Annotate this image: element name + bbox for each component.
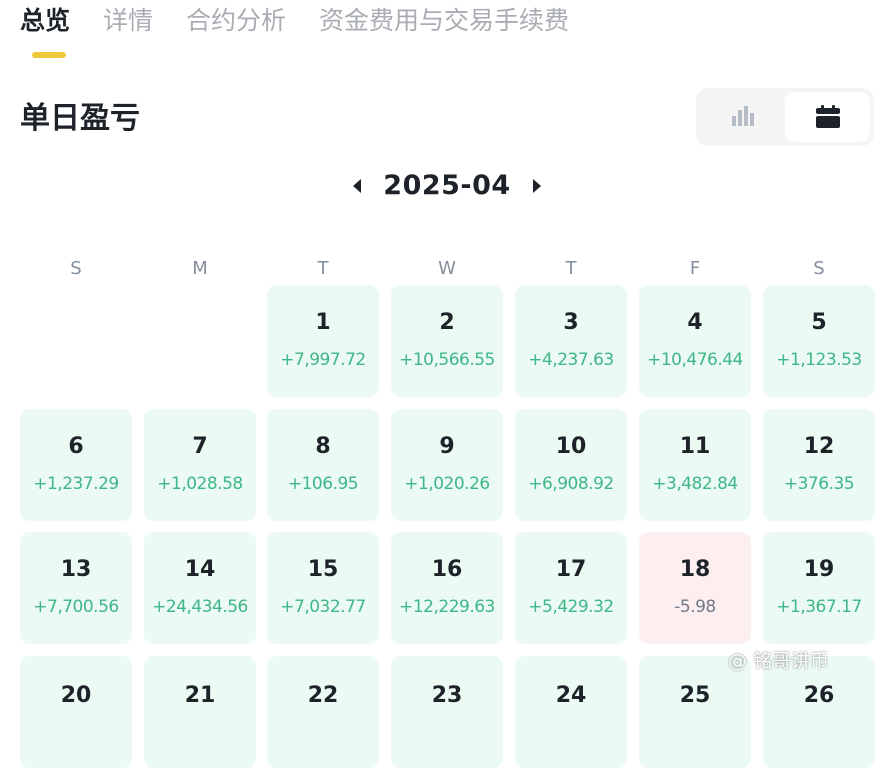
- tab-contract-analysis[interactable]: 合约分析: [186, 2, 286, 42]
- day-cell[interactable]: 15 +7,032.77: [267, 532, 379, 644]
- day-pnl: +1,237.29: [33, 474, 119, 494]
- weekday-label: F: [689, 258, 701, 279]
- day-number: 18: [679, 557, 711, 582]
- day-cell[interactable]: 24: [515, 656, 627, 768]
- weekday-label: S: [813, 258, 825, 279]
- day-number: 4: [687, 310, 703, 335]
- day-number: 9: [439, 434, 455, 459]
- active-tab-indicator: [32, 52, 66, 58]
- day-number: 22: [307, 683, 339, 708]
- day-cell[interactable]: 8 +106.95: [267, 409, 379, 521]
- day-number: 10: [555, 434, 587, 459]
- calendar-icon: [816, 105, 840, 128]
- day-cell[interactable]: 22: [267, 656, 379, 768]
- caret-left-icon[interactable]: [348, 176, 366, 196]
- day-pnl: +3,482.84: [652, 474, 738, 494]
- day-pnl: +106.95: [287, 474, 359, 494]
- day-cell[interactable]: 11 +3,482.84: [639, 409, 751, 521]
- day-number: 25: [679, 683, 711, 708]
- day-number: 19: [803, 557, 835, 582]
- day-pnl: +10,476.44: [647, 350, 743, 370]
- day-cell[interactable]: 13 +7,700.56: [20, 532, 132, 644]
- day-number: 21: [184, 683, 216, 708]
- day-pnl: +12,229.63: [399, 597, 495, 617]
- day-cell[interactable]: 18 -5.98: [639, 532, 751, 644]
- watermark: @ 铭哥讲币: [728, 650, 830, 672]
- day-number: 3: [563, 310, 579, 335]
- day-number: 8: [315, 434, 331, 459]
- day-pnl: +6,908.92: [528, 474, 614, 494]
- day-number: 5: [811, 310, 827, 335]
- day-pnl: +7,997.72: [280, 350, 366, 370]
- day-number: 7: [192, 434, 208, 459]
- day-cell[interactable]: 17 +5,429.32: [515, 532, 627, 644]
- day-cell[interactable]: 20: [20, 656, 132, 768]
- day-cell[interactable]: 3 +4,237.63: [515, 285, 627, 397]
- day-cell[interactable]: 4 +10,476.44: [639, 285, 751, 397]
- bar-chart-icon: [732, 106, 754, 126]
- day-number: 14: [184, 557, 216, 582]
- view-toggle: [696, 88, 874, 146]
- weekday-label: T: [317, 258, 329, 279]
- day-number: 2: [439, 310, 455, 335]
- day-number: 17: [555, 557, 587, 582]
- day-cell[interactable]: 10 +6,908.92: [515, 409, 627, 521]
- day-pnl: +1,367.17: [776, 597, 862, 617]
- day-cell[interactable]: 21: [144, 656, 256, 768]
- day-number: 26: [803, 683, 835, 708]
- day-pnl: +1,020.26: [404, 474, 490, 494]
- day-pnl: +24,434.56: [152, 597, 248, 617]
- tab-details[interactable]: 详情: [103, 2, 153, 42]
- day-number: 15: [307, 557, 339, 582]
- section-title: 单日盈亏: [20, 101, 140, 136]
- day-cell[interactable]: 2 +10,566.55: [391, 285, 503, 397]
- tab-funding-and-fees[interactable]: 资金费用与交易手续费: [319, 2, 569, 42]
- weekday-label: W: [438, 258, 456, 279]
- bar-chart-view-button[interactable]: [700, 92, 785, 142]
- day-number: 13: [60, 557, 92, 582]
- day-cell[interactable]: 23: [391, 656, 503, 768]
- weekday-label: T: [565, 258, 577, 279]
- day-cell[interactable]: 6 +1,237.29: [20, 409, 132, 521]
- top-tabs: 总览 详情 合约分析 资金费用与交易手续费: [20, 2, 602, 42]
- day-number: 12: [803, 434, 835, 459]
- day-cell[interactable]: 16 +12,229.63: [391, 532, 503, 644]
- day-cell[interactable]: 5 +1,123.53: [763, 285, 875, 397]
- day-cell[interactable]: 7 +1,028.58: [144, 409, 256, 521]
- day-number: 20: [60, 683, 92, 708]
- day-number: 11: [679, 434, 711, 459]
- day-pnl: +5,429.32: [528, 597, 614, 617]
- tab-overview[interactable]: 总览: [20, 2, 70, 42]
- day-number: 6: [68, 434, 84, 459]
- calendar-view-button[interactable]: [785, 92, 870, 142]
- caret-right-icon[interactable]: [528, 176, 546, 196]
- day-pnl: +1,123.53: [776, 350, 862, 370]
- current-month: 2025-04: [383, 170, 511, 201]
- weekday-label: S: [70, 258, 82, 279]
- day-cell[interactable]: 14 +24,434.56: [144, 532, 256, 644]
- day-cell[interactable]: 19 +1,367.17: [763, 532, 875, 644]
- day-cell[interactable]: 12 +376.35: [763, 409, 875, 521]
- day-pnl: +4,237.63: [528, 350, 614, 370]
- weekday-label: M: [192, 258, 208, 279]
- day-number: 16: [431, 557, 463, 582]
- month-navigator: 2025-04: [0, 168, 888, 204]
- day-cell[interactable]: 1 +7,997.72: [267, 285, 379, 397]
- day-pnl: +7,700.56: [33, 597, 119, 617]
- day-pnl: +10,566.55: [399, 350, 495, 370]
- day-pnl: +376.35: [783, 474, 855, 494]
- day-pnl: +7,032.77: [280, 597, 366, 617]
- day-pnl: -5.98: [674, 597, 716, 617]
- day-cell[interactable]: 9 +1,020.26: [391, 409, 503, 521]
- day-pnl: +1,028.58: [157, 474, 243, 494]
- day-number: 1: [315, 310, 331, 335]
- day-number: 23: [431, 683, 463, 708]
- day-number: 24: [555, 683, 587, 708]
